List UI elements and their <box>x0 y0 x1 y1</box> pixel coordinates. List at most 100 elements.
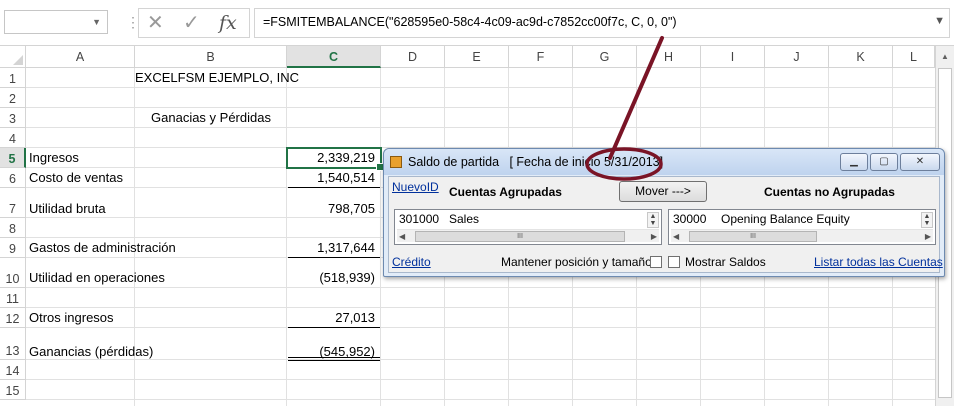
dialog-title-bar[interactable]: Saldo de partida [ Fecha de inicio 5/31/… <box>384 149 944 175</box>
column-header-b[interactable]: B <box>135 46 287 68</box>
row-header-15[interactable]: 15 <box>0 380 26 400</box>
keep-position-checkbox[interactable] <box>650 256 662 268</box>
gridline <box>26 399 935 400</box>
list-spin-icon[interactable]: ▲ ▼ <box>921 212 933 228</box>
scroll-right-icon[interactable]: ▶ <box>925 230 931 243</box>
grouped-accounts-list[interactable]: 301000 Sales ▲ ▼ ◀ III ▶ <box>394 209 662 245</box>
formula-buttons: ✕ ✓ fx <box>138 8 250 38</box>
dialog-title-text: Saldo de partida <box>408 155 500 169</box>
row-header-6[interactable]: 6 <box>0 168 26 188</box>
row-header-8[interactable]: 8 <box>0 218 26 238</box>
column-header-g[interactable]: G <box>573 46 637 68</box>
list-item-code[interactable]: 30000 <box>673 212 706 226</box>
credit-link[interactable]: Crédito <box>392 255 431 269</box>
dialog-title-suffix: ] <box>659 155 664 169</box>
formula-bar: ▼ ⋮ ✕ ✓ fx =FSMITEMBALANCE("628595e0-58c… <box>0 0 954 46</box>
column-header-i[interactable]: I <box>701 46 765 68</box>
grouped-accounts-label: Cuentas Agrupadas <box>449 185 562 199</box>
row-header-5[interactable]: 5 <box>0 148 26 168</box>
row-header-4[interactable]: 4 <box>0 128 26 148</box>
row-header-1[interactable]: 1 <box>0 68 26 88</box>
cell-b1[interactable]: EXCELFSM EJEMPLO, INC <box>135 70 299 86</box>
column-header-e[interactable]: E <box>445 46 509 68</box>
cell-a5[interactable]: Ingresos <box>26 150 135 166</box>
name-box-dropdown-icon[interactable]: ▼ <box>92 17 101 27</box>
name-box[interactable]: ▼ <box>4 10 108 34</box>
list-item-name[interactable]: Opening Balance Equity <box>721 212 850 226</box>
scroll-left-icon[interactable]: ◀ <box>673 230 679 243</box>
cell-border <box>288 357 380 358</box>
formula-input[interactable]: =FSMITEMBALANCE("628595e0-58c4-4c09-ac9d… <box>254 8 950 38</box>
list-horizontal-scrollbar[interactable]: ◀ III ▶ <box>671 229 933 242</box>
row-header-13[interactable]: 13 <box>0 328 26 360</box>
cell-a6[interactable]: Costo de ventas <box>26 170 135 186</box>
cell-border <box>288 187 380 188</box>
gridline <box>26 107 935 108</box>
gridline <box>26 127 935 128</box>
dialog-title: Saldo de partida [ Fecha de inicio 5/31/… <box>408 155 663 169</box>
ungrouped-accounts-list[interactable]: 30000 Opening Balance Equity ▲ ▼ ◀ III ▶ <box>668 209 936 245</box>
gridline <box>26 307 935 308</box>
row-header-14[interactable]: 14 <box>0 360 26 380</box>
cell-c6[interactable]: 1,540,514 <box>287 170 381 186</box>
column-header-f[interactable]: F <box>509 46 573 68</box>
move-button[interactable]: Mover ---> <box>619 181 707 202</box>
scroll-thumb[interactable]: III <box>689 231 817 242</box>
cancel-icon[interactable]: ✕ <box>147 12 164 34</box>
gridline <box>26 327 935 328</box>
maximize-button[interactable]: ▢ <box>870 153 898 171</box>
cell-a10[interactable]: Utilidad en operaciones <box>26 270 226 286</box>
row-header-2[interactable]: 2 <box>0 88 26 108</box>
cell-a9[interactable]: Gastos de administración <box>26 240 226 256</box>
row-header-11[interactable]: 11 <box>0 288 26 308</box>
gridline <box>26 87 935 88</box>
row-header-3[interactable]: 3 <box>0 108 26 128</box>
enter-icon[interactable]: ✓ <box>183 12 200 34</box>
row-header-9[interactable]: 9 <box>0 238 26 258</box>
cell-c7[interactable]: 798,705 <box>287 201 381 217</box>
list-all-accounts-link[interactable]: Listar todas las Cuentas <box>814 255 943 269</box>
cell-c9[interactable]: 1,317,644 <box>287 240 381 256</box>
nuevo-id-link[interactable]: NuevoID <box>392 180 439 194</box>
cell-a13[interactable]: Ganancias (pérdidas) <box>26 344 226 360</box>
active-cell-selection <box>286 147 384 171</box>
scroll-thumb[interactable]: III <box>415 231 625 242</box>
row-header-7[interactable]: 7 <box>0 188 26 218</box>
scroll-right-icon[interactable]: ▶ <box>651 230 657 243</box>
column-header-l[interactable]: L <box>893 46 935 68</box>
show-balances-checkbox[interactable] <box>668 256 680 268</box>
expand-formula-icon[interactable]: ▼ <box>934 15 945 27</box>
minimize-button[interactable]: ▁ <box>840 153 868 171</box>
insert-function-icon[interactable]: fx <box>219 12 237 34</box>
cell-border <box>288 257 380 258</box>
cell-c12[interactable]: 27,013 <box>287 310 381 326</box>
list-item-code[interactable]: 301000 <box>399 212 439 226</box>
column-header-d[interactable]: D <box>381 46 445 68</box>
cell-b3[interactable]: Ganacias y Pérdidas <box>135 110 287 126</box>
column-header-a[interactable]: A <box>26 46 135 68</box>
list-horizontal-scrollbar[interactable]: ◀ III ▶ <box>397 229 659 242</box>
list-item-name[interactable]: Sales <box>449 212 479 226</box>
formula-text: =FSMITEMBALANCE("628595e0-58c4-4c09-ac9d… <box>263 15 677 29</box>
gridline <box>26 287 935 288</box>
show-balances-label: Mostrar Saldos <box>685 255 766 269</box>
ungrouped-accounts-label: Cuentas no Agrupadas <box>764 185 895 199</box>
cell-c10[interactable]: (518,939) <box>287 270 381 286</box>
column-header-k[interactable]: K <box>829 46 893 68</box>
cell-border <box>288 327 380 328</box>
scroll-up-icon[interactable]: ▲ <box>936 48 954 65</box>
cell-border <box>288 360 380 361</box>
row-header-10[interactable]: 10 <box>0 258 26 288</box>
cell-a7[interactable]: Utilidad bruta <box>26 201 135 217</box>
dialog-title-extra: [ Fecha de inicio <box>509 155 601 169</box>
column-header-h[interactable]: H <box>637 46 701 68</box>
saldo-de-partida-dialog: Saldo de partida [ Fecha de inicio 5/31/… <box>383 148 945 277</box>
row-header-12[interactable]: 12 <box>0 308 26 328</box>
select-all-corner[interactable] <box>0 46 26 68</box>
column-header-j[interactable]: J <box>765 46 829 68</box>
scroll-left-icon[interactable]: ◀ <box>399 230 405 243</box>
close-button[interactable]: ✕ <box>900 153 940 171</box>
cell-a12[interactable]: Otros ingresos <box>26 310 135 326</box>
column-header-c[interactable]: C <box>287 46 381 68</box>
list-spin-icon[interactable]: ▲ ▼ <box>647 212 659 228</box>
